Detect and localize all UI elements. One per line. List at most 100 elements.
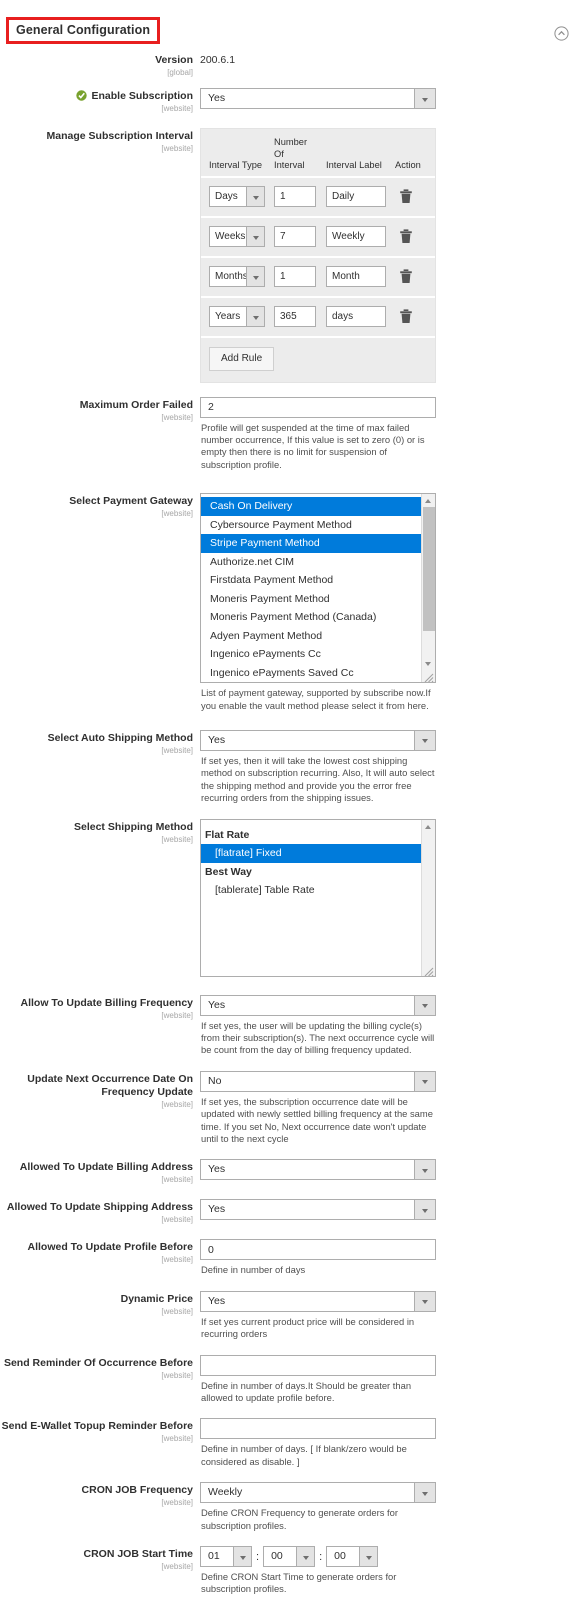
page-title-annotated: General Configuration bbox=[6, 17, 161, 44]
number-of-interval-input[interactable] bbox=[274, 226, 316, 247]
table-row: Weeks bbox=[201, 215, 435, 256]
chevron-down-icon bbox=[233, 1547, 251, 1567]
select-value: Yes bbox=[208, 1203, 226, 1216]
resize-handle-icon[interactable] bbox=[422, 964, 434, 976]
field-send-reminder-occurrence-before: Send Reminder Of Occurrence Before [webs… bbox=[0, 1354, 587, 1405]
chevron-down-icon bbox=[246, 307, 264, 326]
cron-start-hours-select[interactable]: 01 bbox=[200, 1546, 252, 1568]
column-header-action: Action bbox=[395, 160, 421, 170]
field-label-select-auto-shipping-method: Select Auto Shipping Method [website] bbox=[0, 730, 200, 805]
list-item[interactable]: Ingenico ePayments Cc bbox=[201, 645, 435, 664]
field-control-enable-subscription: Yes bbox=[200, 88, 561, 114]
field-label-allowed-update-shipping-address: Allowed To Update Shipping Address [webs… bbox=[0, 1199, 200, 1225]
list-item[interactable]: Moneris Payment Method bbox=[201, 590, 435, 609]
enable-subscription-select[interactable]: Yes bbox=[200, 88, 436, 109]
list-item[interactable]: Authorize.net CIM bbox=[201, 553, 435, 572]
field-label-allowed-update-profile-before: Allowed To Update Profile Before [websit… bbox=[0, 1239, 200, 1276]
cell-action bbox=[395, 268, 433, 285]
allowed-update-billing-address-select[interactable]: Yes bbox=[200, 1159, 436, 1181]
maximum-order-failed-input[interactable] bbox=[200, 396, 436, 418]
add-rule-button[interactable]: Add Rule bbox=[209, 346, 275, 371]
field-note: If set yes, then it will take the lowest… bbox=[201, 754, 435, 804]
column-header-interval-label: Interval Label bbox=[326, 160, 382, 170]
listbox-group-label: Best Way bbox=[205, 865, 252, 878]
dynamic-price-select[interactable]: Yes bbox=[200, 1290, 436, 1312]
allow-update-billing-frequency-select[interactable]: Yes bbox=[200, 994, 436, 1016]
table-footer: Add Rule bbox=[201, 335, 435, 382]
field-note: List of payment gateway, supported by su… bbox=[201, 687, 431, 711]
field-control-send-reminder-occurrence-before: Define in number of days.It Should be gr… bbox=[200, 1354, 561, 1405]
list-item[interactable]: Cash On Delivery bbox=[201, 497, 435, 516]
field-label-send-ewallet-topup-reminder-before: Send E-Wallet Topup Reminder Before [web… bbox=[0, 1418, 200, 1468]
delete-icon[interactable] bbox=[399, 228, 415, 245]
chevron-up-circle-icon[interactable] bbox=[554, 26, 569, 41]
field-control-manage-interval: Interval Type Number Of Interval Interva… bbox=[200, 128, 561, 383]
interval-label-input[interactable] bbox=[326, 266, 386, 287]
label-text: Manage Subscription Interval bbox=[46, 130, 193, 142]
cell-action bbox=[395, 308, 433, 325]
resize-handle-icon[interactable] bbox=[422, 670, 434, 683]
allowed-update-profile-before-input[interactable] bbox=[200, 1239, 436, 1261]
allowed-update-shipping-address-select[interactable]: Yes bbox=[200, 1199, 436, 1221]
interval-label-input[interactable] bbox=[326, 186, 386, 207]
chevron-down-icon bbox=[246, 187, 264, 206]
delete-icon[interactable] bbox=[399, 268, 415, 285]
field-label-select-shipping-method: Select Shipping Method [website] bbox=[0, 819, 200, 977]
interval-type-select[interactable]: Years bbox=[209, 306, 265, 327]
list-item[interactable]: Adyen Payment Method bbox=[201, 627, 435, 646]
chevron-down-icon bbox=[414, 1200, 435, 1220]
scope-label: [website] bbox=[161, 1562, 193, 1572]
select-value: No bbox=[208, 1074, 222, 1087]
list-item[interactable]: Firstdata Payment Method bbox=[201, 571, 435, 590]
send-ewallet-topup-reminder-before-input[interactable] bbox=[200, 1418, 436, 1440]
scroll-up-icon[interactable] bbox=[422, 494, 435, 507]
column-header-number-of-interval: Number Of Interval bbox=[274, 137, 326, 172]
vertical-scrollbar[interactable] bbox=[421, 494, 435, 683]
field-control-send-ewallet-topup-reminder-before: Define in number of days. [ If blank/zer… bbox=[200, 1418, 561, 1468]
field-label-cron-job-start-time: CRON JOB Start Time [website] bbox=[0, 1546, 200, 1596]
cron-job-frequency-select[interactable]: Weekly bbox=[200, 1482, 436, 1504]
number-of-interval-input[interactable] bbox=[274, 266, 316, 287]
scroll-up-icon[interactable] bbox=[422, 820, 435, 833]
field-control-select-payment-gateway: Cash On Delivery Cybersource Payment Met… bbox=[200, 493, 561, 712]
cell-action bbox=[395, 228, 433, 245]
delete-icon[interactable] bbox=[399, 188, 415, 205]
interval-type-select[interactable]: Weeks bbox=[209, 226, 265, 247]
chevron-down-icon bbox=[246, 267, 264, 286]
interval-type-select[interactable]: Days bbox=[209, 186, 265, 207]
delete-icon[interactable] bbox=[399, 308, 415, 325]
cron-start-minutes-select[interactable]: 00 bbox=[263, 1546, 316, 1568]
list-item[interactable]: Ingenico ePayments Saved Cc bbox=[201, 664, 435, 683]
section-header: General Configuration bbox=[0, 0, 587, 52]
version-value: 200.6.1 bbox=[200, 54, 236, 66]
field-label-allowed-update-billing-address: Allowed To Update Billing Address [websi… bbox=[0, 1159, 200, 1185]
list-item[interactable]: Stripe Payment Method bbox=[201, 534, 435, 553]
auto-shipping-method-select[interactable]: Yes bbox=[200, 729, 436, 751]
cron-start-seconds-select[interactable]: 00 bbox=[326, 1546, 379, 1568]
shipping-method-listbox[interactable]: Flat Rate [flatrate] Fixed Best Way [tab… bbox=[200, 818, 436, 977]
cell-interval-type: Years bbox=[201, 306, 274, 327]
page-title[interactable]: General Configuration bbox=[16, 23, 150, 37]
interval-label-input[interactable] bbox=[326, 306, 386, 327]
scroll-down-icon[interactable] bbox=[422, 657, 435, 670]
table-row: Months bbox=[201, 255, 435, 296]
label-text: Select Shipping Method bbox=[73, 820, 193, 833]
send-reminder-occurrence-before-input[interactable] bbox=[200, 1354, 436, 1376]
number-of-interval-input[interactable] bbox=[274, 186, 316, 207]
update-next-occurrence-date-select[interactable]: No bbox=[200, 1070, 436, 1092]
select-value: Weekly bbox=[208, 1486, 243, 1499]
field-note: If set yes, the subscription occurrence … bbox=[201, 1095, 433, 1144]
list-item[interactable]: Moneris Payment Method (Canada) bbox=[201, 608, 435, 627]
scrollbar-thumb[interactable] bbox=[423, 507, 435, 632]
list-item[interactable]: Cybersource Payment Method bbox=[201, 516, 435, 535]
field-label-select-payment-gateway: Select Payment Gateway [website] bbox=[0, 493, 200, 712]
number-of-interval-input[interactable] bbox=[274, 306, 316, 327]
list-item[interactable]: [tablerate] Table Rate bbox=[201, 881, 435, 900]
vertical-scrollbar[interactable] bbox=[421, 819, 435, 976]
field-note: Define in number of days.It Should be gr… bbox=[201, 1379, 412, 1404]
payment-gateway-listbox[interactable]: Cash On Delivery Cybersource Payment Met… bbox=[200, 493, 436, 684]
field-cron-job-frequency: CRON JOB Frequency [website] Weekly Defi… bbox=[0, 1482, 587, 1532]
interval-type-select[interactable]: Months bbox=[209, 266, 265, 287]
interval-label-input[interactable] bbox=[326, 226, 386, 247]
list-item[interactable]: [flatrate] Fixed bbox=[201, 844, 435, 863]
